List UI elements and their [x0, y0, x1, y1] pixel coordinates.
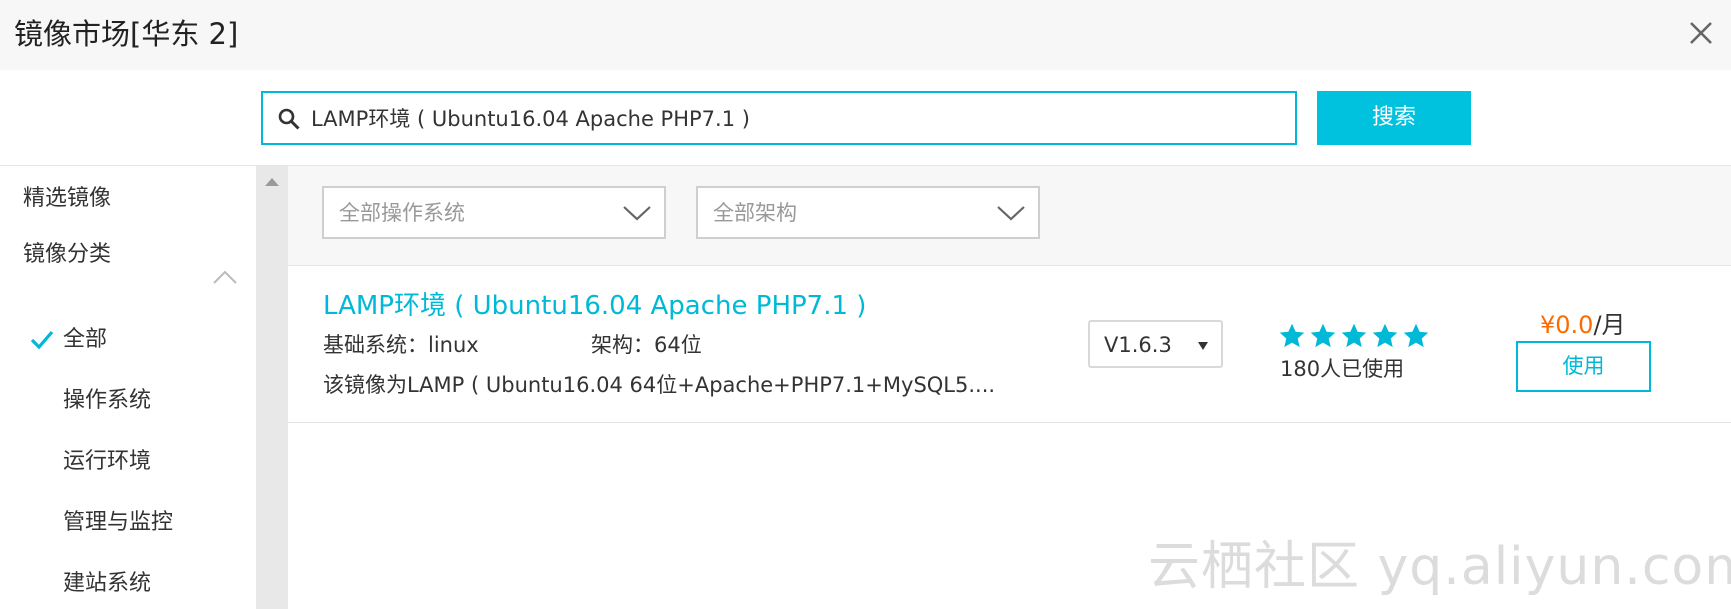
- star-icon: [1310, 323, 1336, 348]
- list-item: LAMP环境 ( Ubuntu16.04 Apache PHP7.1 ) 基础系…: [288, 266, 1731, 423]
- image-description: 该镜像为LAMP ( Ubuntu16.04 64位+Apache+PHP7.1…: [323, 373, 996, 397]
- close-icon[interactable]: [1684, 16, 1718, 50]
- check-icon: [30, 330, 54, 350]
- sidebar-item-os[interactable]: 操作系统: [63, 386, 151, 416]
- star-icon: [1372, 323, 1398, 348]
- scrollbar[interactable]: [256, 166, 288, 609]
- version-select[interactable]: V1.6.3: [1088, 320, 1223, 368]
- search-button[interactable]: 搜索: [1317, 91, 1471, 145]
- star-icon: [1279, 323, 1305, 348]
- price-unit: /月: [1593, 311, 1626, 339]
- scroll-up-arrow-icon[interactable]: [265, 178, 279, 186]
- filter-bar: 全部操作系统 全部架构: [288, 166, 1731, 266]
- sidebar-item-monitoring[interactable]: 管理与监控: [63, 508, 173, 538]
- search-icon: [278, 108, 300, 130]
- version-value: V1.6.3: [1104, 333, 1172, 357]
- use-button[interactable]: 使用: [1516, 341, 1651, 392]
- watermark: 云栖社区 yq.aliyun.com: [1148, 537, 1731, 597]
- star-icon: [1341, 323, 1367, 348]
- image-title-link[interactable]: LAMP环境 ( Ubuntu16.04 Apache PHP7.1 ): [323, 288, 866, 324]
- price: ¥0.0/月: [1540, 308, 1626, 342]
- search-box[interactable]: [261, 91, 1297, 145]
- chevron-up-icon[interactable]: [212, 269, 238, 285]
- search-input[interactable]: [311, 99, 1271, 137]
- price-value: ¥0.0: [1540, 311, 1594, 339]
- usage-count: 180人已使用: [1280, 357, 1405, 381]
- rating-stars: [1278, 322, 1438, 352]
- sidebar-item-website[interactable]: 建站系统: [63, 569, 151, 599]
- sidebar-item-all[interactable]: 全部: [63, 325, 107, 355]
- star-icon: [1403, 323, 1429, 348]
- arch-filter-label: 全部架构: [713, 201, 797, 225]
- sidebar-item-featured[interactable]: 精选镜像: [23, 184, 111, 214]
- arch-filter-select[interactable]: 全部架构: [696, 186, 1040, 239]
- chevron-down-icon: [997, 206, 1025, 221]
- sidebar: 精选镜像 镜像分类 全部 操作系统 运行环境 管理与监控 建站系统: [0, 166, 256, 609]
- search-row: 搜索: [0, 70, 1731, 166]
- chevron-down-icon: [623, 206, 651, 221]
- title-bar: 镜像市场[华东 2]: [0, 0, 1731, 70]
- caret-down-icon: [1198, 342, 1208, 350]
- architecture: 架构：64位: [591, 333, 702, 357]
- os-filter-select[interactable]: 全部操作系统: [322, 186, 666, 239]
- window-title: 镜像市场[华东 2]: [14, 17, 239, 51]
- base-system: 基础系统：linux: [323, 333, 479, 357]
- sidebar-item-category[interactable]: 镜像分类: [23, 240, 111, 270]
- sidebar-item-runtime[interactable]: 运行环境: [63, 447, 151, 477]
- os-filter-label: 全部操作系统: [339, 201, 465, 225]
